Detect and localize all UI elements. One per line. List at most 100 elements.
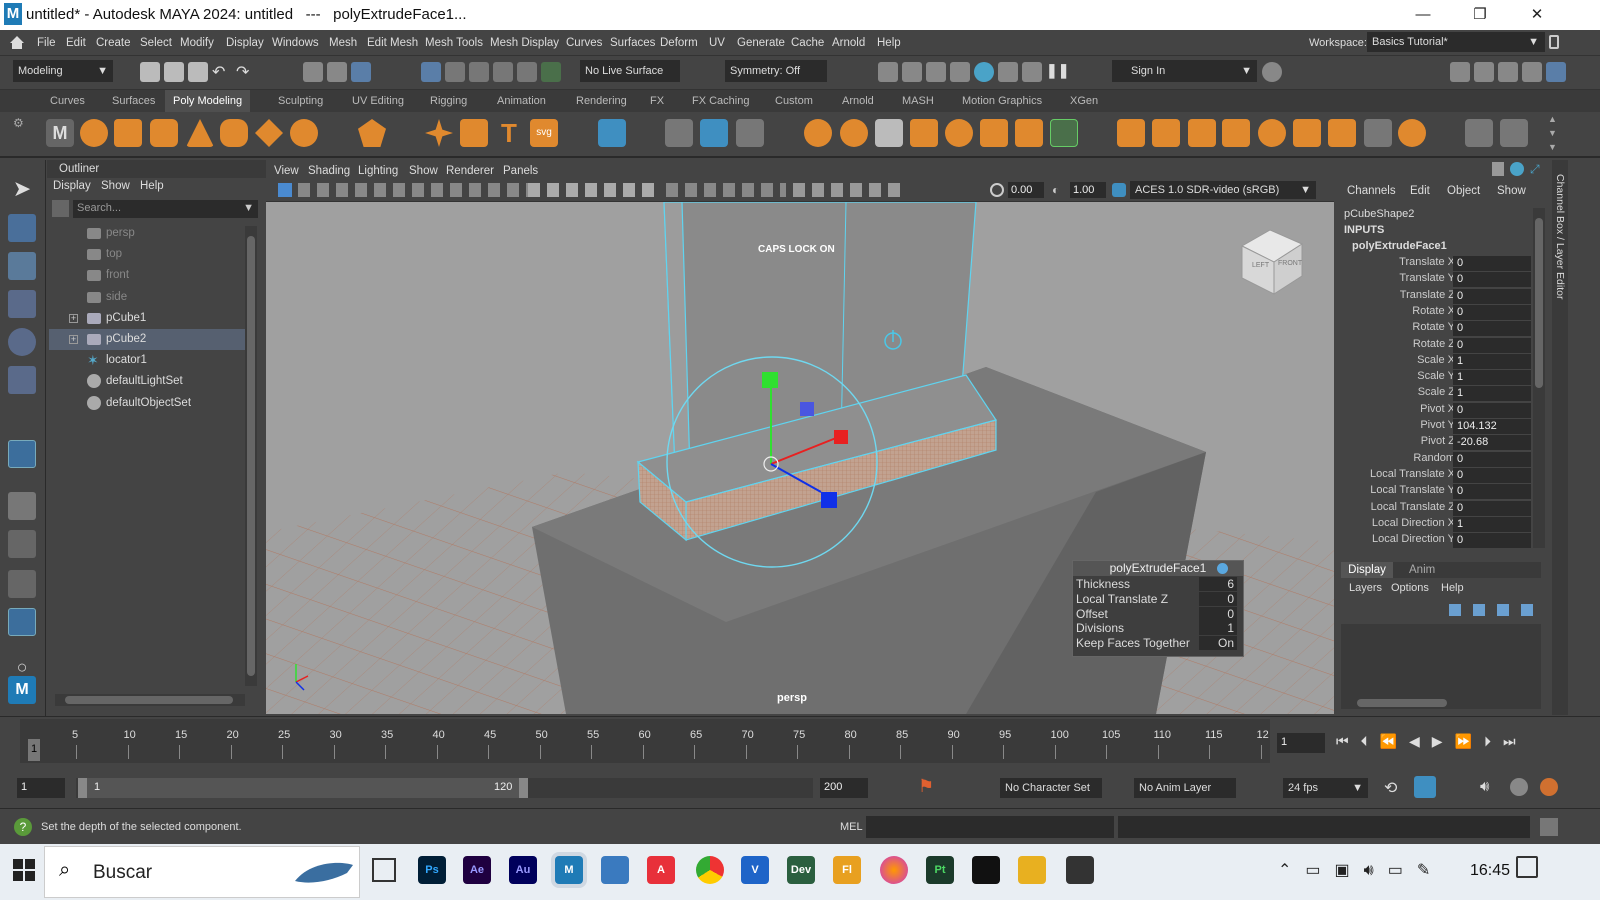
- sweep-mesh-icon[interactable]: [460, 119, 488, 147]
- gamma-icon[interactable]: ◐: [1052, 183, 1066, 197]
- channel-row-translate-y[interactable]: Translate Y0: [1337, 272, 1547, 288]
- menu-curves[interactable]: Curves: [566, 37, 602, 49]
- uv-layout-icon[interactable]: [1364, 119, 1392, 147]
- channel-box-tool-icon[interactable]: [1492, 162, 1504, 176]
- channel-value[interactable]: 0: [1453, 321, 1531, 337]
- channel-row-rotate-z[interactable]: Rotate Z0: [1337, 337, 1547, 354]
- current-time-marker[interactable]: 1: [28, 739, 40, 761]
- outliner-item-front[interactable]: front: [49, 265, 249, 286]
- shelf-tab-curves[interactable]: Curves: [50, 95, 85, 107]
- auto-key-icon[interactable]: ⚑: [918, 776, 934, 798]
- measure-icon[interactable]: [1500, 119, 1528, 147]
- channel-row-pivot-z[interactable]: Pivot Z -20.68: [1337, 435, 1547, 451]
- notifications-icon[interactable]: [1516, 856, 1538, 878]
- single-perspective-view-icon[interactable]: [8, 492, 36, 520]
- character-set-dropdown[interactable]: No Character Set: [1000, 778, 1102, 798]
- layer-h-scrollbar[interactable]: [1341, 697, 1541, 709]
- layer-list[interactable]: [1341, 624, 1541, 698]
- poly-plane-icon[interactable]: [255, 119, 283, 147]
- maya-m-shelf-icon[interactable]: M: [46, 119, 74, 147]
- outliner-menu-help[interactable]: Help: [140, 180, 164, 192]
- channel-value[interactable]: 0: [1453, 288, 1531, 304]
- outliner-layout-icon[interactable]: [8, 608, 36, 636]
- snap-grid-icon[interactable]: [421, 62, 441, 82]
- channel-menu-show[interactable]: Show: [1497, 185, 1526, 197]
- menu-mesh[interactable]: Mesh: [329, 37, 357, 49]
- new-scene-icon[interactable]: [140, 62, 160, 82]
- extract-icon[interactable]: [804, 119, 832, 147]
- channel-value[interactable]: 0: [1453, 304, 1531, 320]
- channel-menu-object[interactable]: Object: [1447, 185, 1480, 197]
- pencil-icon[interactable]: [1465, 119, 1493, 147]
- insert-edge-loop-icon[interactable]: [1188, 119, 1216, 147]
- isolate-icons[interactable]: [793, 183, 903, 197]
- anim-prefs-icon[interactable]: [1510, 778, 1528, 796]
- runner-icon[interactable]: [1540, 778, 1558, 796]
- paint-select-tool-icon[interactable]: [8, 252, 36, 280]
- menu-generate[interactable]: Generate: [737, 37, 785, 49]
- scene-start-field[interactable]: 1: [17, 778, 65, 798]
- light-editor-icon[interactable]: [1022, 62, 1042, 82]
- poly-torus-icon[interactable]: [220, 119, 248, 147]
- shelf-tab-poly-modeling[interactable]: Poly Modeling: [165, 90, 251, 112]
- shelf-tab-fx[interactable]: FX: [650, 95, 664, 107]
- task-view-icon[interactable]: [372, 858, 396, 882]
- filter-icon[interactable]: [52, 200, 69, 217]
- menu-surfaces[interactable]: Surfaces: [610, 37, 655, 49]
- viewport-menu-view[interactable]: View: [274, 165, 299, 177]
- shelf-tab-uv-editing[interactable]: UV Editing: [352, 95, 404, 107]
- taskbar-app-a-icon[interactable]: A: [647, 856, 675, 884]
- outliner-menu-display[interactable]: Display: [53, 180, 91, 192]
- float-icon[interactable]: ⤢: [1530, 162, 1544, 176]
- menu-uv[interactable]: UV: [709, 37, 725, 49]
- outliner-item-pcube1[interactable]: + pCube1: [49, 308, 249, 329]
- channel-row-local-translate-z[interactable]: Local Translate Z0: [1337, 500, 1547, 517]
- merge-icon[interactable]: [1050, 119, 1078, 147]
- shelf-scroll-arrows-icon[interactable]: ▲ ▼ ▼: [1548, 112, 1562, 156]
- time-slider[interactable]: 5 10 15 20 25 30 35 40 45 50 55 60 65 70 75 80 85 90 95 100…: [0, 716, 1600, 766]
- minimize-button[interactable]: —: [1400, 2, 1446, 28]
- help-icon[interactable]: [1510, 162, 1524, 176]
- scene-end-field[interactable]: 200: [820, 778, 868, 798]
- channel-value[interactable]: 0: [1453, 256, 1531, 271]
- lasso-tool-icon[interactable]: [8, 214, 36, 242]
- outliner-search-input[interactable]: Search... ▼: [73, 200, 258, 218]
- quadrangulate-icon[interactable]: [1328, 119, 1356, 147]
- channel-row-pivot-x[interactable]: Pivot X0: [1337, 402, 1547, 419]
- shelf-tab-rigging[interactable]: Rigging: [430, 95, 467, 107]
- outliner-item-top[interactable]: top: [49, 244, 249, 265]
- channel-row-rotate-x[interactable]: Rotate X0: [1337, 304, 1547, 321]
- shelf-menu-icon[interactable]: ⚙: [13, 116, 27, 154]
- snap-view-plane-icon[interactable]: [493, 62, 513, 82]
- center-pivot-icon[interactable]: [736, 119, 764, 147]
- redo-icon[interactable]: ↷: [236, 62, 256, 82]
- display-mode-icons[interactable]: [528, 183, 658, 197]
- channel-row-translate-z[interactable]: Translate Z0: [1337, 288, 1547, 305]
- layer-menu-help[interactable]: Help: [1441, 582, 1464, 594]
- extrude-row-value[interactable]: 1: [1199, 621, 1237, 636]
- input-node-name[interactable]: polyExtrudeFace1: [1352, 240, 1447, 252]
- channel-value[interactable]: 0: [1453, 533, 1531, 549]
- channel-row-translate-x[interactable]: Translate X0: [1337, 256, 1547, 272]
- type-text-icon[interactable]: T: [495, 119, 523, 147]
- menu-file[interactable]: File: [37, 37, 56, 49]
- ipr-render-icon[interactable]: [926, 62, 946, 82]
- snap-center-icon[interactable]: [541, 62, 561, 82]
- channel-row-random[interactable]: Random 0: [1337, 451, 1547, 468]
- menu-create[interactable]: Create: [96, 37, 131, 49]
- shelf-tab-motion-graphics[interactable]: Motion Graphics: [962, 95, 1042, 107]
- mel-label[interactable]: MEL: [840, 821, 863, 833]
- exposure-icon[interactable]: [990, 183, 1004, 197]
- persp-outliner-icon[interactable]: [8, 570, 36, 598]
- select-camera-icon[interactable]: [278, 183, 292, 197]
- tab-anim[interactable]: Anim: [1409, 564, 1435, 576]
- menu-modify[interactable]: Modify: [180, 37, 214, 49]
- viewport-menu-shading[interactable]: Shading: [308, 165, 350, 177]
- pause-icon[interactable]: ❚❚: [1046, 62, 1069, 82]
- taskbar-app-ps-icon[interactable]: Ps: [418, 856, 446, 884]
- cache-playback-icon[interactable]: [1414, 776, 1436, 798]
- system-tray-icons[interactable]: ⌃▭▣🔊︎▭✎: [1278, 860, 1444, 880]
- outliner-item-locator1[interactable]: ✶ locator1: [49, 350, 249, 371]
- channel-box-toggle-icon[interactable]: [1522, 62, 1542, 82]
- viewport-menu-panels[interactable]: Panels: [503, 165, 538, 177]
